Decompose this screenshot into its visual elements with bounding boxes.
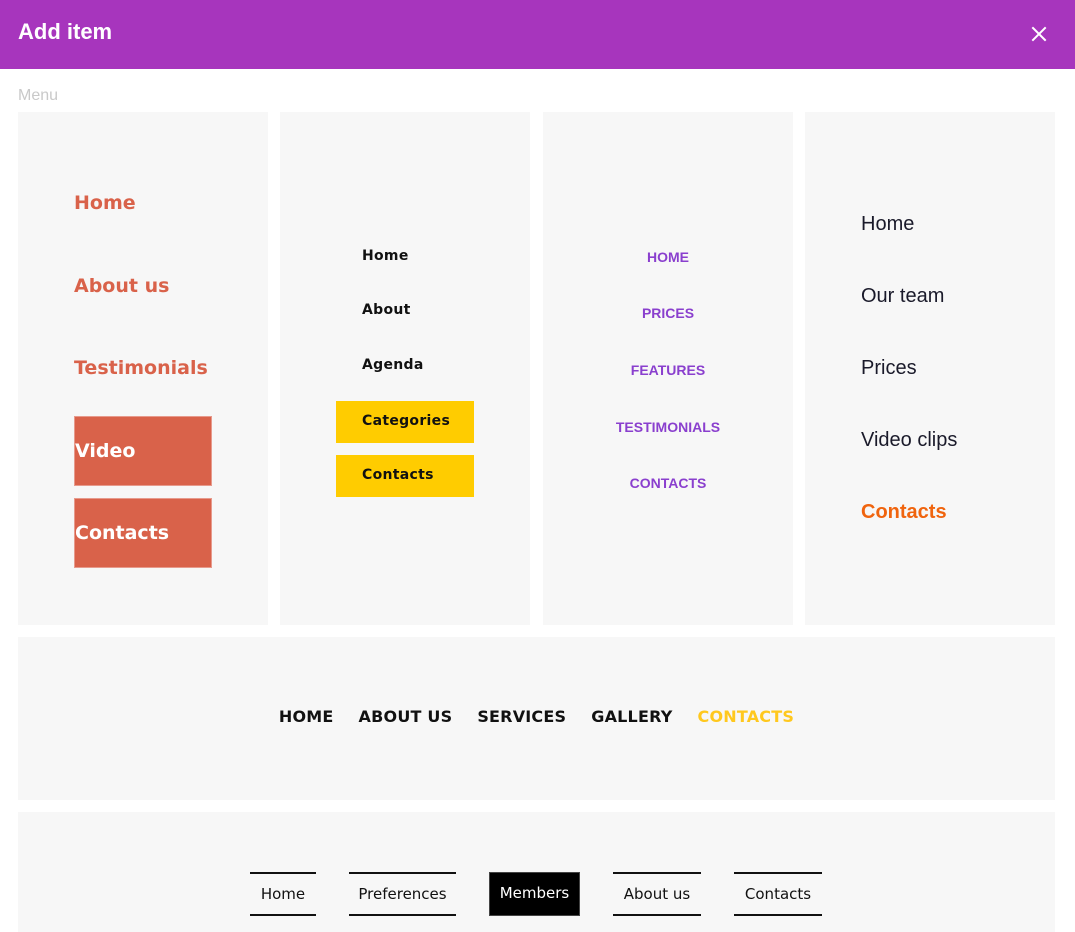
menu-item: Agenda <box>362 357 424 373</box>
menu-item: Home <box>74 192 136 214</box>
menu-item: Our team <box>861 285 945 307</box>
menu-item: FEATURES <box>630 362 706 378</box>
menu-template-5[interactable]: HOME ABOUT US SERVICES GALLERY CONTACTS <box>18 637 1055 800</box>
menu-template-3[interactable]: HOME PRICES FEATURES TESTIMONIALS CONTAC… <box>543 112 793 625</box>
section-label: Menu <box>18 87 59 104</box>
menu-item-active: Contacts <box>861 501 947 523</box>
horizontal-menu: HOME ABOUT US SERVICES GALLERY CONTACTS <box>18 707 1055 726</box>
menu-item: About <box>362 302 411 318</box>
menu-item: GALLERY <box>591 707 673 726</box>
close-icon <box>1031 26 1047 42</box>
menu-template-6[interactable]: Home Preferences Members About us Contac… <box>18 812 1055 932</box>
menu-item: Home <box>861 213 915 235</box>
menu-button: Contacts <box>336 455 474 497</box>
menu-item: ABOUT US <box>358 707 453 726</box>
menu-item: HOME <box>278 707 334 726</box>
menu-button: Categories <box>336 401 474 443</box>
menu-button: Video <box>74 416 212 486</box>
menu-template-1[interactable]: Home About us Testimonials Video Contact… <box>18 112 268 625</box>
menu-template-4[interactable]: Home Our team Prices Video clips Contact… <box>805 112 1055 625</box>
menu-button: Contacts <box>74 498 212 568</box>
menu-item-active: Members <box>489 872 580 916</box>
menu-item: Prices <box>861 357 917 379</box>
menu-item: TESTIMONIALS <box>615 419 721 435</box>
menu-item: Home <box>250 872 316 916</box>
menu-item: About us <box>74 275 170 297</box>
dialog-header: Add item <box>0 0 1075 69</box>
menu-item: About us <box>613 872 701 916</box>
menu-item: SERVICES <box>477 707 567 726</box>
menu-item-active: CONTACTS <box>697 707 795 726</box>
menu-item: Preferences <box>349 872 456 916</box>
menu-item: HOME <box>647 249 689 265</box>
menu-item: Home <box>362 248 409 264</box>
menu-item: CONTACTS <box>629 475 707 491</box>
close-button[interactable] <box>1026 21 1052 47</box>
menu-item: Testimonials <box>74 357 208 379</box>
menu-item: PRICES <box>641 305 695 321</box>
menu-item: Video clips <box>861 429 958 451</box>
dialog-title: Add item <box>18 19 113 44</box>
menu-template-2[interactable]: Home About Agenda Categories Contacts <box>280 112 530 625</box>
menu-item: Contacts <box>734 872 822 916</box>
